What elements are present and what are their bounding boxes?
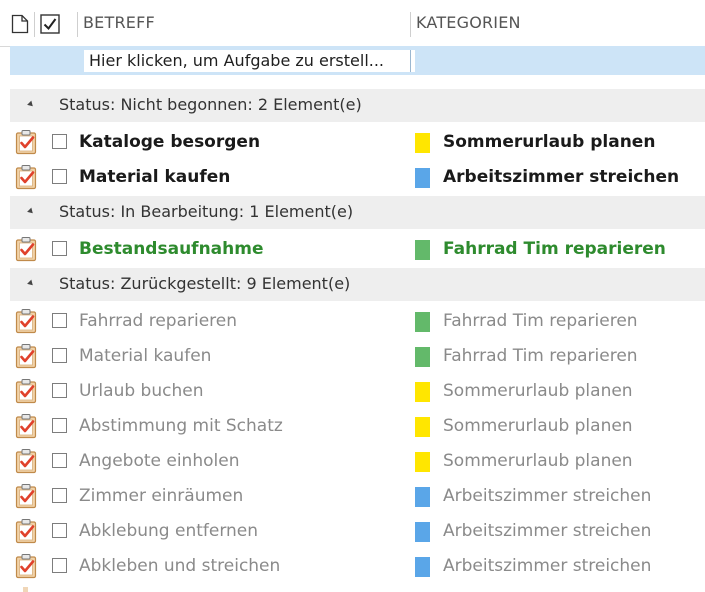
task-complete-checkbox[interactable] <box>52 523 67 538</box>
category-color-swatch <box>415 557 430 577</box>
task-category: Arbeitszimmer streichen <box>443 486 652 506</box>
task-complete-checkbox[interactable] <box>52 169 67 184</box>
category-color-swatch <box>415 168 430 188</box>
group-label: Status: Zurückgestellt: 9 Element(e) <box>59 274 351 293</box>
group-header[interactable]: Status: Zurückgestellt: 9 Element(e) <box>10 268 705 301</box>
group-label: Status: Nicht begonnen: 2 Element(e) <box>59 95 362 114</box>
category-color-swatch <box>415 417 430 437</box>
task-subject: Abkleben und streichen <box>79 556 281 576</box>
checkbox-checked-icon[interactable] <box>40 14 60 34</box>
task-complete-checkbox[interactable] <box>52 418 67 433</box>
task-clipboard-icon <box>15 344 37 369</box>
task-subject: Angebote einholen <box>79 451 240 471</box>
task-subject: Zimmer einräumen <box>79 486 244 506</box>
column-header-subject[interactable]: BETREFF <box>83 13 155 32</box>
task-complete-checkbox[interactable] <box>52 558 67 573</box>
task-clipboard-icon <box>15 484 37 509</box>
task-row[interactable]: Urlaub buchen Sommerurlaub planen <box>0 373 705 408</box>
task-category: Sommerurlaub planen <box>443 451 633 471</box>
collapse-triangle-icon[interactable] <box>27 279 35 288</box>
new-task-separator <box>410 50 411 72</box>
document-icon[interactable] <box>11 14 29 34</box>
task-complete-checkbox[interactable] <box>52 241 67 256</box>
category-color-swatch <box>415 240 430 260</box>
task-row[interactable]: Fahrrad reparieren Fahrrad Tim reparieren <box>0 303 705 338</box>
task-clipboard-icon <box>15 414 37 439</box>
task-row[interactable]: Material kaufen Fahrrad Tim reparieren <box>0 338 705 373</box>
task-row[interactable]: Material kaufen Arbeitszimmer streichen <box>0 159 705 194</box>
category-color-swatch <box>415 452 430 472</box>
task-subject: Urlaub buchen <box>79 381 204 401</box>
task-clipboard-icon <box>15 309 37 334</box>
task-subject: Abklebung entfernen <box>79 521 259 541</box>
category-color-swatch <box>415 522 430 542</box>
task-complete-checkbox[interactable] <box>52 453 67 468</box>
group-header[interactable]: Status: Nicht begonnen: 2 Element(e) <box>10 89 705 122</box>
task-complete-checkbox[interactable] <box>52 488 67 503</box>
task-clipboard-icon <box>15 519 37 544</box>
group-header[interactable]: Status: In Bearbeitung: 1 Element(e) <box>10 196 705 229</box>
task-category: Arbeitszimmer streichen <box>443 521 652 541</box>
partial-row-hint <box>23 587 28 592</box>
task-category: Arbeitszimmer streichen <box>443 167 680 187</box>
task-category: Sommerurlaub planen <box>443 416 633 436</box>
new-task-input[interactable]: Hier klicken, um Aufgabe zu erstell... <box>84 50 415 72</box>
header-separator <box>34 12 35 37</box>
task-subject: Kataloge besorgen <box>79 132 261 152</box>
task-subject: Material kaufen <box>79 346 212 366</box>
task-row[interactable]: Bestandsaufnahme Fahrrad Tim reparieren <box>0 231 705 266</box>
task-category: Sommerurlaub planen <box>443 381 633 401</box>
collapse-triangle-icon[interactable] <box>27 207 35 216</box>
new-task-row[interactable]: Hier klicken, um Aufgabe zu erstell... <box>10 46 705 75</box>
category-color-swatch <box>415 133 430 153</box>
task-clipboard-icon <box>15 449 37 474</box>
task-clipboard-icon <box>15 237 37 262</box>
task-row[interactable]: Abkleben und streichen Arbeitszimmer stre… <box>0 548 705 583</box>
column-header-categories[interactable]: KATEGORIEN <box>416 13 521 32</box>
category-color-swatch <box>415 347 430 367</box>
task-category: Fahrrad Tim reparieren <box>443 346 638 366</box>
task-complete-checkbox[interactable] <box>52 383 67 398</box>
task-complete-checkbox[interactable] <box>52 348 67 363</box>
task-row[interactable]: Angebote einholen Sommerurlaub planen <box>0 443 705 478</box>
task-clipboard-icon <box>15 554 37 579</box>
category-color-swatch <box>415 487 430 507</box>
task-category: Sommerurlaub planen <box>443 132 656 152</box>
category-color-swatch <box>415 312 430 332</box>
group-label: Status: In Bearbeitung: 1 Element(e) <box>59 202 354 221</box>
task-row[interactable]: Abklebung entfernen Arbeitszimmer streich… <box>0 513 705 548</box>
task-row[interactable]: Abstimmung mit Schatz Sommerurlaub planen <box>0 408 705 443</box>
task-complete-checkbox[interactable] <box>52 313 67 328</box>
column-header-bar: BETREFF KATEGORIEN <box>0 0 705 47</box>
task-row[interactable]: Kataloge besorgen Sommerurlaub planen <box>0 124 705 159</box>
task-clipboard-icon <box>15 379 37 404</box>
task-subject: Bestandsaufnahme <box>79 239 264 259</box>
task-clipboard-icon <box>15 130 37 155</box>
collapse-triangle-icon[interactable] <box>27 100 35 109</box>
task-subject: Material kaufen <box>79 167 231 187</box>
task-subject: Fahrrad reparieren <box>79 311 238 331</box>
task-complete-checkbox[interactable] <box>52 134 67 149</box>
task-clipboard-icon <box>15 165 37 190</box>
category-color-swatch <box>415 382 430 402</box>
task-subject: Abstimmung mit Schatz <box>79 416 283 436</box>
task-row[interactable]: Zimmer einräumen Arbeitszimmer streichen <box>0 478 705 513</box>
task-category: Fahrrad Tim reparieren <box>443 311 638 331</box>
header-separator <box>77 12 78 37</box>
task-category: Fahrrad Tim reparieren <box>443 239 666 259</box>
header-separator <box>410 12 411 37</box>
task-category: Arbeitszimmer streichen <box>443 556 652 576</box>
